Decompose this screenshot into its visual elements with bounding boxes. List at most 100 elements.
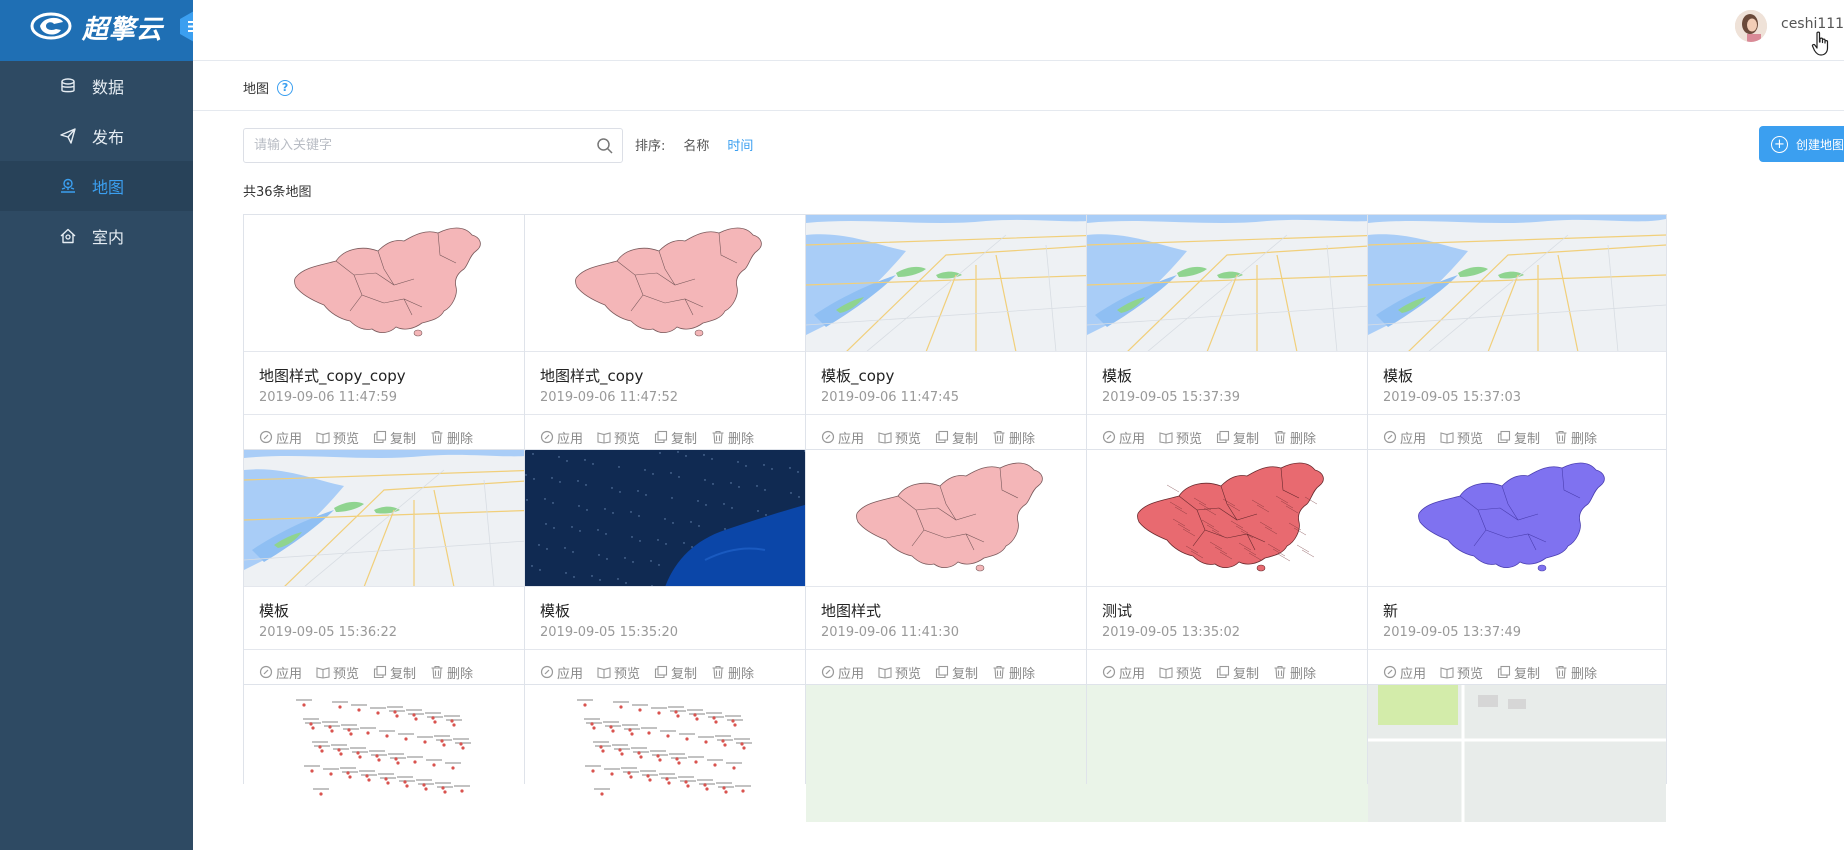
preview-button[interactable]: 预览 <box>878 663 921 682</box>
delete-button[interactable]: 删除 <box>992 663 1035 682</box>
map-thumbnail[interactable] <box>1087 450 1385 587</box>
apply-button[interactable]: 应用 <box>821 428 864 447</box>
map-card[interactable]: 模板_copy 2019-09-06 11:47:45 应用 预览 复制 删除 <box>805 214 1105 459</box>
map-card[interactable]: 新 2019-09-05 13:37:49 应用 预览 复制 删除 <box>1367 449 1667 694</box>
map-thumbnail[interactable] <box>1087 215 1385 352</box>
apply-button[interactable]: 应用 <box>540 663 583 682</box>
map-card[interactable]: 模板 2019-09-05 15:36:22 应用 预览 复制 删除 <box>243 449 543 694</box>
username[interactable]: ceshi111 <box>1781 16 1844 32</box>
copy-button[interactable]: 复制 <box>654 663 697 682</box>
apply-button[interactable]: 应用 <box>1383 663 1426 682</box>
sidebar-item-publish[interactable]: 发布 <box>0 111 193 161</box>
sort-options: 排序: 名称 时间 <box>635 135 753 154</box>
sort-by-time[interactable]: 时间 <box>727 135 753 154</box>
map-card[interactable]: 地图样式_copy_copy 2019-09-06 11:47:59 应用 预览 复… <box>243 214 543 459</box>
sidebar-item-map[interactable]: 地图 <box>0 161 193 211</box>
apply-button[interactable]: 应用 <box>259 428 302 447</box>
copy-button[interactable]: 复制 <box>1497 428 1540 447</box>
card-title[interactable]: 模板_copy <box>821 365 894 386</box>
map-thumbnail[interactable] <box>525 685 823 822</box>
help-icon[interactable]: ? <box>277 79 294 96</box>
map-card[interactable]: 模板 2019-09-05 15:37:39 应用 预览 复制 删除 <box>1086 214 1386 459</box>
map-thumbnail[interactable] <box>1368 215 1666 352</box>
map-thumbnail[interactable] <box>1368 685 1666 822</box>
copy-button[interactable]: 复制 <box>654 428 697 447</box>
apply-button[interactable]: 应用 <box>1102 428 1145 447</box>
map-thumbnail[interactable] <box>244 215 542 352</box>
copy-button[interactable]: 复制 <box>935 428 978 447</box>
delete-button[interactable]: 删除 <box>1554 428 1597 447</box>
map-card[interactable] <box>1086 684 1386 822</box>
preview-button[interactable]: 预览 <box>597 428 640 447</box>
sort-by-name[interactable]: 名称 <box>683 135 709 154</box>
delete-button[interactable]: 删除 <box>711 663 754 682</box>
card-title[interactable]: 模板 <box>259 600 289 621</box>
card-title[interactable]: 地图样式 <box>821 600 881 621</box>
delete-button[interactable]: 删除 <box>1554 663 1597 682</box>
copy-button[interactable]: 复制 <box>1497 663 1540 682</box>
map-card[interactable] <box>243 684 543 822</box>
indoor-icon <box>60 228 76 244</box>
apply-button[interactable]: 应用 <box>1383 428 1426 447</box>
map-thumbnail[interactable] <box>525 215 823 352</box>
copy-button[interactable]: 复制 <box>373 428 416 447</box>
preview-button[interactable]: 预览 <box>1440 428 1483 447</box>
delete-icon <box>711 430 728 444</box>
delete-button[interactable]: 删除 <box>430 663 473 682</box>
search-input[interactable] <box>244 129 574 162</box>
preview-button[interactable]: 预览 <box>1159 663 1202 682</box>
preview-button[interactable]: 预览 <box>597 663 640 682</box>
preview-button[interactable]: 预览 <box>1159 428 1202 447</box>
preview-button[interactable]: 预览 <box>316 428 359 447</box>
map-card[interactable] <box>524 684 824 822</box>
map-thumbnail[interactable] <box>525 450 823 587</box>
sidebar-item-indoor[interactable]: 室内 <box>0 211 193 261</box>
map-thumbnail[interactable] <box>806 685 1104 822</box>
map-thumbnail[interactable] <box>244 450 542 587</box>
preview-button[interactable]: 预览 <box>1440 663 1483 682</box>
copy-button[interactable]: 复制 <box>935 663 978 682</box>
delete-button[interactable]: 删除 <box>430 428 473 447</box>
map-thumbnail[interactable] <box>806 215 1104 352</box>
card-title[interactable]: 模板 <box>1383 365 1413 386</box>
map-card[interactable]: 模板 2019-09-05 15:37:03 应用 预览 复制 删除 <box>1367 214 1667 459</box>
map-thumbnail[interactable] <box>244 685 542 822</box>
avatar[interactable] <box>1735 10 1767 42</box>
sidebar-item-label: 数据 <box>92 78 125 97</box>
delete-button[interactable]: 删除 <box>1273 428 1316 447</box>
delete-button[interactable]: 删除 <box>1273 663 1316 682</box>
map-card[interactable]: 模板 2019-09-05 15:35:20 应用 预览 复制 删除 <box>524 449 824 694</box>
apply-button[interactable]: 应用 <box>540 428 583 447</box>
map-thumbnail[interactable] <box>1368 450 1666 587</box>
copy-button[interactable]: 复制 <box>373 663 416 682</box>
delete-button[interactable]: 删除 <box>992 428 1035 447</box>
map-thumbnail[interactable] <box>1087 685 1385 822</box>
sidebar-item-data[interactable]: 数据 <box>0 61 193 111</box>
card-title[interactable]: 地图样式_copy <box>540 365 643 386</box>
map-card[interactable]: 地图样式 2019-09-06 11:41:30 应用 预览 复制 删除 <box>805 449 1105 694</box>
apply-button[interactable]: 应用 <box>259 663 302 682</box>
delete-button[interactable]: 删除 <box>711 428 754 447</box>
delete-icon <box>1273 430 1290 444</box>
preview-label: 预览 <box>1457 666 1484 682</box>
apply-button[interactable]: 应用 <box>1102 663 1145 682</box>
create-map-button[interactable]: + 创建地图 <box>1759 126 1844 162</box>
card-title[interactable]: 测试 <box>1102 600 1132 621</box>
map-card[interactable] <box>805 684 1105 822</box>
map-card[interactable] <box>1367 684 1667 822</box>
copy-button[interactable]: 复制 <box>1216 428 1259 447</box>
apply-button[interactable]: 应用 <box>821 663 864 682</box>
preview-button[interactable]: 预览 <box>878 428 921 447</box>
map-card[interactable]: 地图样式_copy 2019-09-06 11:47:52 应用 预览 复制 删除 <box>524 214 824 459</box>
preview-button[interactable]: 预览 <box>316 663 359 682</box>
card-title[interactable]: 模板 <box>540 600 570 621</box>
copy-button[interactable]: 复制 <box>1216 663 1259 682</box>
mouse-cursor-icon <box>1811 31 1829 56</box>
map-card[interactable]: 测试 2019-09-05 13:35:02 应用 预览 复制 删除 <box>1086 449 1386 694</box>
card-title[interactable]: 模板 <box>1102 365 1132 386</box>
map-thumbnail[interactable] <box>806 450 1104 587</box>
card-title[interactable]: 新 <box>1383 600 1398 621</box>
search-icon[interactable] <box>596 137 614 155</box>
card-title[interactable]: 地图样式_copy_copy <box>259 365 406 386</box>
card-date: 2019-09-06 11:47:52 <box>540 390 679 405</box>
